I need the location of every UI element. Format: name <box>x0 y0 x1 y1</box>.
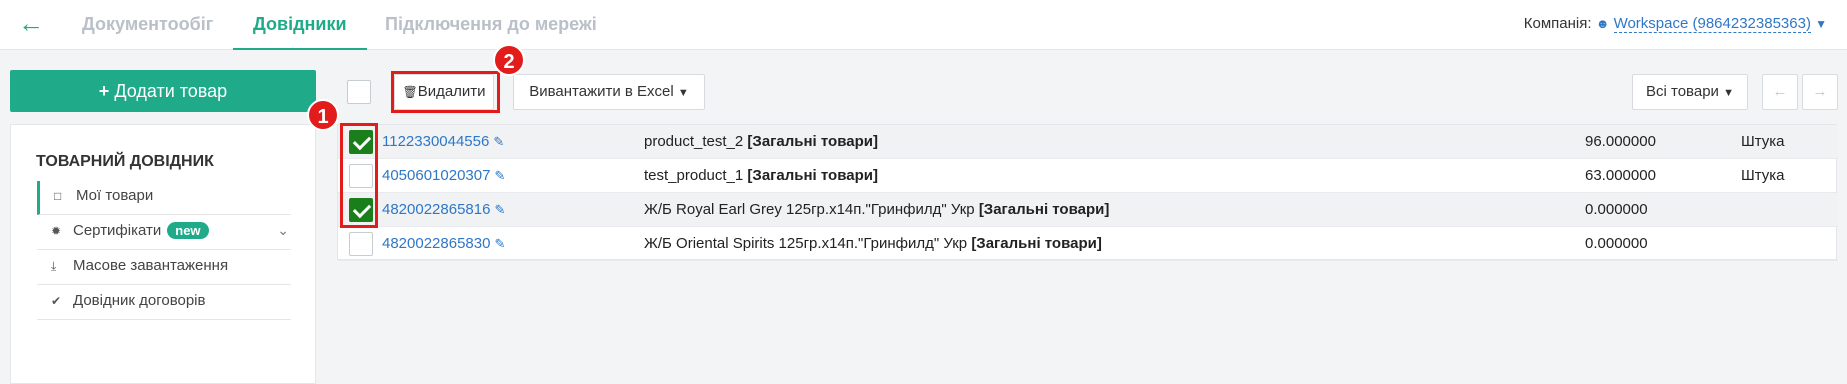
sidebar-item-bulk-upload[interactable]: ⤓ Масове завантаження <box>37 251 291 285</box>
sidebar-item-my-products[interactable]: □ Мої товари <box>37 181 291 215</box>
sidebar-item-label: Довідник договорів <box>73 292 206 309</box>
product-code-link[interactable]: 4820022865816 ✎ <box>382 201 505 218</box>
arrow-left-icon[interactable]: ← <box>18 10 48 38</box>
export-excel-button[interactable]: Вивантажити в Excel ▼ <box>513 74 705 110</box>
sidebar-item-contracts[interactable]: ✔ Довідник договорів <box>37 286 291 320</box>
check-icon: ✔ <box>51 294 62 308</box>
company-selector[interactable]: Компанія: ☻ Workspace (9864232385363) ▼ <box>1523 15 1827 33</box>
product-name: Ж/Б Royal Earl Grey 125гр.х14п."Гринфилд… <box>644 201 1110 218</box>
product-qty: 0.000000 <box>1585 235 1648 252</box>
user-icon: ☻ <box>1595 16 1610 31</box>
company-label: Компанія: <box>1523 15 1592 32</box>
product-code-link[interactable]: 4820022865830 ✎ <box>382 235 505 252</box>
highlight-box-delete <box>391 71 500 113</box>
product-name: test_product_1 [Загальні товари] <box>644 167 878 184</box>
box-icon: □ <box>54 189 62 203</box>
product-code-link[interactable]: 1122330044556 ✎ <box>382 133 504 150</box>
prev-page-button[interactable]: ← <box>1762 74 1798 110</box>
product-name: Ж/Б Oriental Spirits 125гр.х14п."Гринфил… <box>644 235 1102 252</box>
add-product-label: Додати товар <box>114 81 228 101</box>
product-unit: Штука <box>1741 133 1785 150</box>
top-navigation: ← Документообіг Довідники Підключення до… <box>0 0 1847 50</box>
sidebar-item-label: Сертифікати <box>73 222 162 239</box>
highlight-box-checkboxes <box>340 123 378 228</box>
export-label: Вивантажити в Excel <box>529 83 674 100</box>
step-marker-1: 1 <box>307 99 339 131</box>
caret-down-icon: ▼ <box>677 87 689 99</box>
table-row: 1122330044556 ✎ product_test_2 [Загальні … <box>338 125 1838 159</box>
product-qty: 0.000000 <box>1585 201 1648 218</box>
next-page-button[interactable]: → <box>1802 74 1838 110</box>
download-icon: ⤓ <box>51 259 57 273</box>
product-unit: Штука <box>1741 167 1785 184</box>
sidebar-panel: ТОВАРНИЙ ДОВІДНИК □ Мої товари ✹ Сертифіка… <box>10 124 316 384</box>
filter-dropdown[interactable]: Всі товари ▼ <box>1632 74 1748 110</box>
pencil-icon[interactable]: ✎ <box>493 134 504 149</box>
products-table: 1122330044556 ✎ product_test_2 [Загальні … <box>337 124 1838 261</box>
product-code-link[interactable]: 4050601020307 ✎ <box>382 167 505 184</box>
sidebar-item-label: Масове завантаження <box>73 257 229 274</box>
plus-icon: + <box>98 81 110 101</box>
pencil-icon[interactable]: ✎ <box>494 236 505 251</box>
filter-label: Всі товари <box>1646 83 1719 100</box>
product-qty: 63.000000 <box>1585 167 1656 184</box>
tab-directories[interactable]: Довідники <box>233 14 367 50</box>
tab-network-connection[interactable]: Підключення до мережі <box>385 14 597 50</box>
row-checkbox[interactable] <box>349 232 373 256</box>
add-product-button[interactable]: + Додати товар <box>10 70 316 112</box>
caret-down-icon: ▼ <box>1815 17 1827 31</box>
pencil-icon[interactable]: ✎ <box>494 202 505 217</box>
caret-down-icon: ▼ <box>1723 87 1734 99</box>
sidebar-title: ТОВАРНИЙ ДОВІДНИК <box>36 153 214 170</box>
company-value[interactable]: Workspace (9864232385363) <box>1613 15 1811 33</box>
tab-documents[interactable]: Документообіг <box>82 14 213 50</box>
sidebar-item-label: Мої товари <box>76 187 154 204</box>
table-row: 4050601020307 ✎ test_product_1 [Загальні … <box>338 159 1838 193</box>
product-name: product_test_2 [Загальні товари] <box>644 133 878 150</box>
chevron-down-icon[interactable]: ⌄ <box>277 222 289 239</box>
new-badge: new <box>167 222 209 239</box>
table-row: 4820022865816 ✎ Ж/Б Royal Earl Grey 125гр… <box>338 193 1838 227</box>
sidebar-item-certificates[interactable]: ✹ Сертифікати new ⌄ <box>37 216 291 250</box>
table-row: 4820022865830 ✎ Ж/Б Oriental Spirits 125г… <box>338 227 1838 261</box>
select-all-checkbox[interactable] <box>347 80 371 104</box>
pencil-icon[interactable]: ✎ <box>494 168 505 183</box>
certificate-icon: ✹ <box>51 224 62 238</box>
step-marker-2: 2 <box>493 44 525 76</box>
product-qty: 96.000000 <box>1585 133 1656 150</box>
